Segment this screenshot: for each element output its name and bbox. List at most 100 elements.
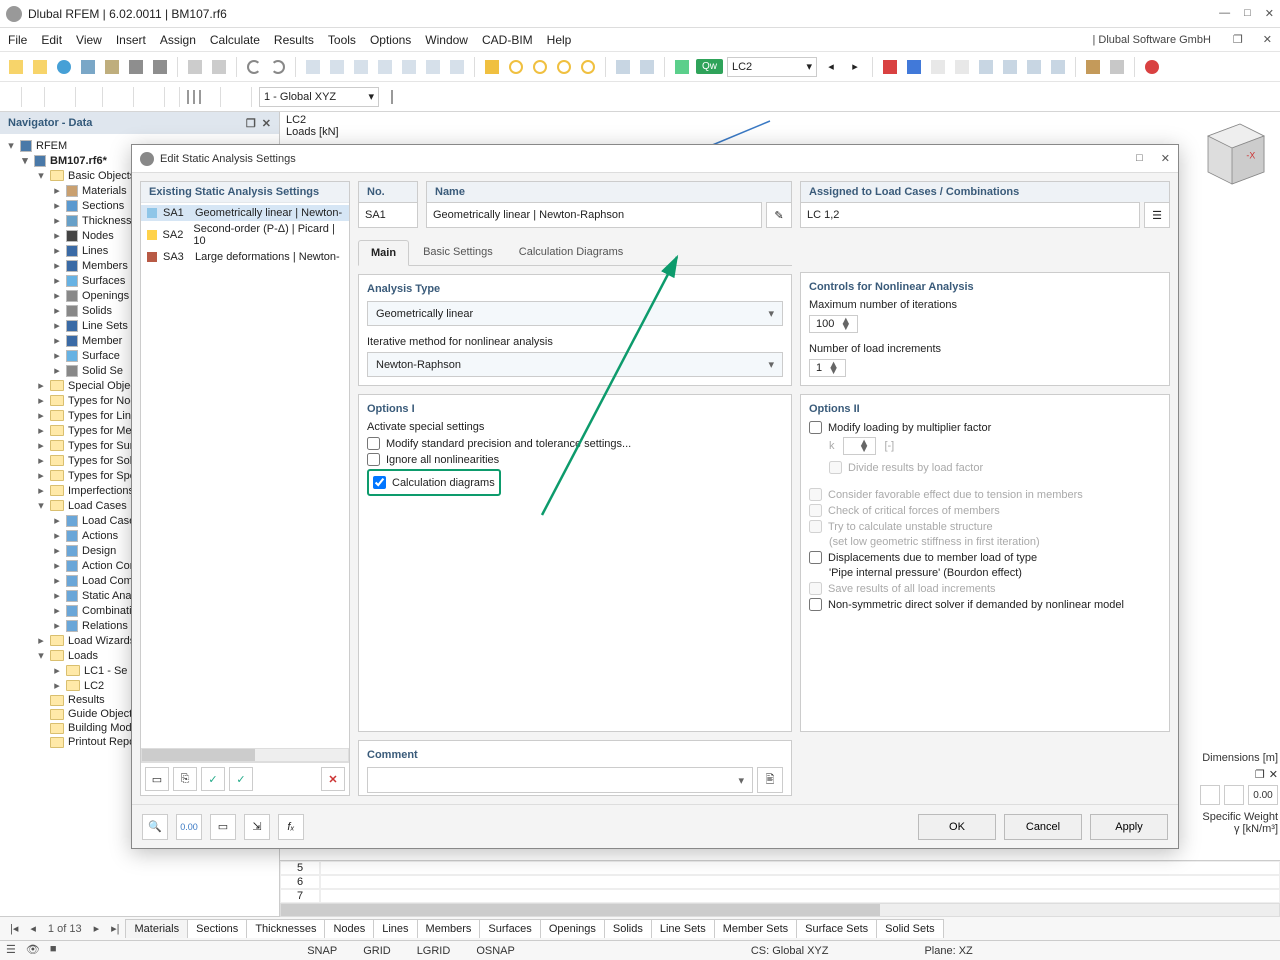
panel-ic1-icon[interactable]	[1200, 785, 1220, 805]
tb-save-icon[interactable]	[126, 57, 146, 77]
zero-chip[interactable]: 0.00	[1248, 785, 1278, 805]
panel-restore-icon[interactable]: ❐	[1255, 768, 1265, 781]
bottom-tab-nodes[interactable]: Nodes	[324, 919, 374, 938]
bottom-tab-surfaces[interactable]: Surfaces	[479, 919, 540, 938]
tab-basic-settings[interactable]: Basic Settings	[411, 240, 505, 265]
tb-open-icon[interactable]	[30, 57, 50, 77]
bottom-tab-lines[interactable]: Lines	[373, 919, 417, 938]
delete-setting-icon[interactable]: ✕	[321, 767, 345, 791]
status-grid[interactable]: GRID	[355, 945, 399, 957]
close-icon[interactable]: ✕	[1265, 7, 1274, 20]
bottom-tab-solids[interactable]: Solids	[604, 919, 652, 938]
foot-ic5-icon[interactable]: fₓ	[278, 814, 304, 840]
minimize-icon[interactable]: —	[1219, 7, 1230, 20]
edit-name-icon[interactable]: ✎	[766, 202, 792, 228]
status-camera-icon[interactable]: ■	[50, 943, 57, 956]
tb-refresh-icon[interactable]	[54, 57, 74, 77]
dialog-close-icon[interactable]: ✕	[1161, 152, 1170, 165]
iter-method-combo[interactable]: Newton-Raphson▾	[367, 352, 783, 377]
chk-nonsymmetric[interactable]: Non-symmetric direct solver if demanded …	[809, 598, 1161, 611]
bottom-tab-members[interactable]: Members	[417, 919, 481, 938]
tb-view-icon[interactable]	[613, 57, 633, 77]
settings-hscroll[interactable]	[141, 748, 349, 762]
sa-row-SA3[interactable]: SA3Large deformations | Newton-	[141, 249, 349, 265]
tb-nav-right-icon[interactable]: ▸	[845, 57, 865, 77]
panel-ic2-icon[interactable]	[1224, 785, 1244, 805]
status-snap[interactable]: SNAP	[299, 945, 345, 957]
menu-help[interactable]: Help	[547, 33, 572, 47]
tb-more-icon[interactable]	[1048, 57, 1068, 77]
foot-ic2-icon[interactable]: 0.00	[176, 814, 202, 840]
grid-row-7[interactable]: 7	[280, 889, 320, 903]
bottom-tab-surface-sets[interactable]: Surface Sets	[796, 919, 877, 938]
copy-setting-icon[interactable]: ⎘	[173, 767, 197, 791]
tb-undo-icon[interactable]	[244, 57, 264, 77]
pager-first-icon[interactable]: |◂	[4, 922, 24, 935]
tb-flag-blue-icon[interactable]	[904, 57, 924, 77]
tb-globe-icon[interactable]	[554, 57, 574, 77]
tb-print-icon[interactable]	[150, 57, 170, 77]
pager-prev-icon[interactable]: ◂	[24, 922, 42, 935]
tab-calculation-diagrams[interactable]: Calculation Diagrams	[507, 240, 636, 265]
nav-restore-icon[interactable]: ❐	[246, 117, 256, 130]
check-off-icon[interactable]: ✓	[229, 767, 253, 791]
tb-doc-icon[interactable]	[102, 57, 122, 77]
tb-gear-icon[interactable]	[78, 57, 98, 77]
bottom-tab-member-sets[interactable]: Member Sets	[714, 919, 797, 938]
tb2-cs3-icon[interactable]	[391, 91, 393, 103]
chk-modify-loading[interactable]: Modify loading by multiplier factor	[809, 421, 1161, 434]
tb-grid1-icon[interactable]	[303, 57, 323, 77]
status-lgrid[interactable]: LGRID	[409, 945, 459, 957]
panel-close-icon[interactable]: ✕	[1269, 768, 1278, 781]
tb2-box2-icon[interactable]	[193, 91, 195, 103]
tb-qw-badge[interactable]: Qw	[696, 59, 723, 74]
tb2-box3-icon[interactable]	[199, 91, 201, 103]
bottom-tab-openings[interactable]: Openings	[540, 919, 605, 938]
tab-main[interactable]: Main	[358, 240, 409, 266]
menu-assign[interactable]: Assign	[160, 33, 196, 47]
bottom-tab-line-sets[interactable]: Line Sets	[651, 919, 715, 938]
bottom-tab-sections[interactable]: Sections	[187, 919, 247, 938]
tb-green-icon[interactable]	[672, 57, 692, 77]
assigned-list-icon[interactable]: ☰	[1144, 202, 1170, 228]
dialog-maximize-icon[interactable]: □	[1136, 152, 1143, 165]
chk-calculation-diagrams[interactable]: Calculation diagrams	[373, 476, 495, 489]
tb-new-icon[interactable]	[6, 57, 26, 77]
chk-bourdon[interactable]: Displacements due to member load of type	[809, 551, 1161, 564]
load-incr-spinner[interactable]: 1▲▼	[809, 359, 846, 377]
maximize-icon[interactable]: □	[1244, 7, 1251, 20]
status-osnap[interactable]: OSNAP	[468, 945, 523, 957]
nav-close-icon[interactable]: ✕	[262, 117, 271, 130]
cs-combo[interactable]: 1 - Global XYZ▾	[259, 87, 379, 107]
tb-flag-icon[interactable]	[1083, 57, 1103, 77]
tb-grid3-icon[interactable]	[351, 57, 371, 77]
chk-modify-precision[interactable]: Modify standard precision and tolerance …	[367, 437, 783, 450]
nav-cube-icon[interactable]: -X	[1192, 112, 1272, 192]
ok-button[interactable]: OK	[918, 814, 996, 840]
menu-edit[interactable]: Edit	[41, 33, 62, 47]
tb-circle-icon[interactable]	[506, 57, 526, 77]
menu-insert[interactable]: Insert	[116, 33, 146, 47]
menu-calculate[interactable]: Calculate	[210, 33, 260, 47]
menu-results[interactable]: Results	[274, 33, 314, 47]
tb-arrow-icon[interactable]	[482, 57, 502, 77]
foot-ic3-icon[interactable]: ▭	[210, 814, 236, 840]
apply-button[interactable]: Apply	[1090, 814, 1168, 840]
tb-x1-icon[interactable]	[928, 57, 948, 77]
tb-zoom-icon[interactable]	[530, 57, 550, 77]
chk-ignore-nonlinear[interactable]: Ignore all nonlinearities	[367, 453, 783, 466]
tb-grid5-icon[interactable]	[399, 57, 419, 77]
bottom-tab-solid-sets[interactable]: Solid Sets	[876, 919, 944, 938]
loadcase-combo[interactable]: LC2▾	[727, 57, 817, 77]
doc-close-icon[interactable]: ✕	[1263, 33, 1272, 46]
tb2-box1-icon[interactable]	[187, 91, 189, 103]
tb-nav-left-icon[interactable]: ◂	[821, 57, 841, 77]
check-on-icon[interactable]: ✓	[201, 767, 225, 791]
menu-file[interactable]: File	[8, 33, 27, 47]
grid-row-6[interactable]: 6	[280, 875, 320, 889]
grid-hscroll[interactable]	[280, 903, 1280, 917]
tb-flag-red-icon[interactable]	[880, 57, 900, 77]
tb-grid6-icon[interactable]	[423, 57, 443, 77]
menu-tools[interactable]: Tools	[328, 33, 356, 47]
tb-layer-icon[interactable]	[1024, 57, 1044, 77]
